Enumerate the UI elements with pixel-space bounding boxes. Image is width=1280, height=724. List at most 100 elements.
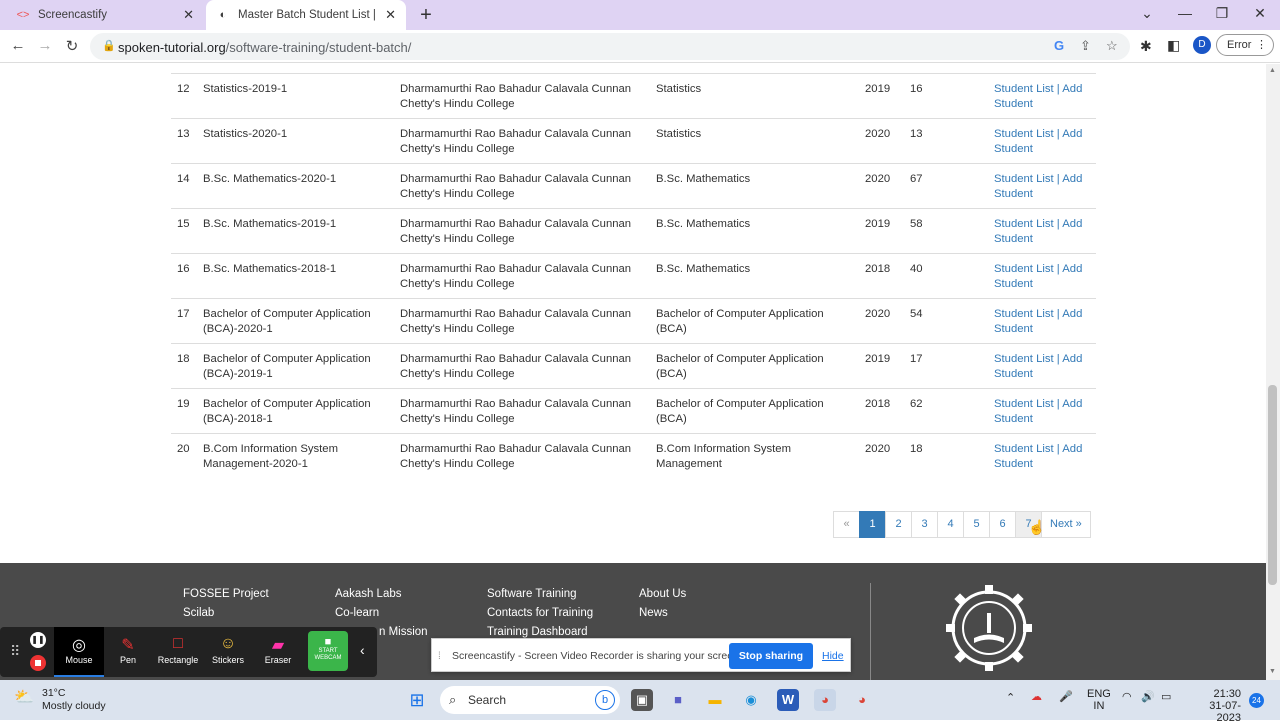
footer-link[interactable]: FOSSEE Project (183, 585, 269, 604)
collapse-icon[interactable]: ‹ (360, 642, 365, 658)
wifi-icon[interactable]: ◠ (1122, 691, 1132, 703)
share-icon[interactable]: ⇪ (1080, 38, 1091, 54)
extensions-icon[interactable]: ✱ (1140, 38, 1152, 55)
pen-tool[interactable]: ✎ Pen (103, 627, 153, 677)
pagination-next[interactable]: Next » (1041, 511, 1091, 538)
footer-link[interactable]: About Us (639, 585, 686, 604)
table-row: 17 Bachelor of Computer Application (BCA)… (171, 297, 1096, 343)
close-window-button[interactable]: ✕ (1250, 5, 1270, 22)
footer-link[interactable]: Aakash Labs (335, 585, 428, 604)
scroll-down-icon[interactable]: ▼ (1269, 668, 1276, 675)
edge-icon[interactable]: ◉ (740, 689, 762, 711)
tab-search-icon[interactable]: ⌄ (1137, 5, 1157, 22)
cell-no: 18 (171, 342, 197, 388)
forward-button[interactable]: → (35, 37, 55, 54)
eraser-tool[interactable]: ▰ Eraser (253, 627, 303, 677)
taskbar-search[interactable]: ⌕ Search b (440, 686, 620, 714)
file-explorer-icon[interactable]: ▬ (704, 689, 726, 711)
cell-institute: Dharmamurthi Rao Bahadur Calavala Cunnan… (394, 207, 650, 253)
language-indicator[interactable]: ENG IN (1087, 688, 1111, 712)
mouse-tool[interactable]: ◎ Mouse (54, 627, 104, 677)
page-4[interactable]: 4 (937, 511, 964, 538)
cell-actions[interactable]: Student List | Add Student (988, 72, 1096, 118)
minimize-button[interactable]: — (1175, 5, 1195, 21)
footer-link[interactable]: Contacts for Training (487, 604, 593, 623)
footer-link[interactable]: Scilab (183, 604, 269, 623)
cell-year: 2020 (859, 432, 904, 478)
rectangle-tool[interactable]: □ Rectangle (153, 627, 203, 677)
tab-master-batch[interactable]: ◐ Master Batch Student List | spok ✕ (206, 0, 406, 30)
hide-link[interactable]: Hide (822, 650, 844, 662)
chrome-icon[interactable]: ◕ (851, 689, 873, 711)
notification-badge[interactable]: 24 (1249, 693, 1264, 708)
stop-record-button[interactable] (30, 655, 46, 671)
weather-widget[interactable]: ⛅ 31°C Mostly cloudy (14, 687, 106, 713)
bookmark-star-icon[interactable]: ☆ (1106, 38, 1118, 54)
cell-actions[interactable]: Student List | Add Student (988, 207, 1096, 253)
cell-batch: Bachelor of Computer Application (BCA)-2… (197, 387, 394, 433)
bing-icon[interactable]: b (595, 690, 615, 710)
cell-actions[interactable]: Student List | Add Student (988, 162, 1096, 208)
windows-taskbar: ⛅ 31°C Mostly cloudy ⊞ ⌕ Search b ▣ ■ ▬ … (0, 680, 1280, 724)
close-tab-icon[interactable]: ✕ (385, 7, 396, 23)
clock[interactable]: 21:30 31-07-2023 (1193, 688, 1241, 724)
page-2[interactable]: 2 (885, 511, 912, 538)
footer-link[interactable]: News (639, 604, 686, 623)
drag-handle-icon[interactable]: ⠿ (10, 643, 20, 660)
cell-actions[interactable]: Student List | Add Student (988, 252, 1096, 298)
page-1[interactable]: 1 (859, 511, 886, 538)
google-icon[interactable]: G (1054, 38, 1064, 53)
volume-icon[interactable]: 🔊 (1141, 691, 1155, 703)
new-tab-button[interactable]: + (416, 4, 436, 26)
pagination-prev[interactable]: « (833, 511, 860, 538)
drag-handle-icon[interactable]: ⁞ (438, 651, 441, 662)
cell-department: Bachelor of Computer Application (BCA) (650, 342, 859, 388)
error-button[interactable]: Error ⋮ (1216, 34, 1274, 56)
footer-link[interactable]: Software Training (487, 585, 593, 604)
footer-link[interactable]: Co-learn (335, 604, 428, 623)
onedrive-icon[interactable]: ☁ (1031, 691, 1042, 703)
reload-button[interactable]: ↻ (62, 37, 82, 55)
cell-no: 12 (171, 72, 197, 118)
back-button[interactable]: ← (8, 37, 28, 54)
pause-button[interactable]: ❚❚ (30, 632, 46, 648)
tab-title: Master Batch Student List | spok (238, 9, 379, 21)
start-icon[interactable]: ⊞ (406, 689, 428, 711)
maximize-button[interactable]: ❐ (1212, 5, 1232, 22)
page-3[interactable]: 3 (911, 511, 938, 538)
address-bar[interactable]: 🔒 spoken-tutorial.org/software-training/… (90, 33, 1130, 60)
time-text: 21:30 (1213, 688, 1241, 700)
cell-actions[interactable]: Student List | Add Student (988, 297, 1096, 343)
weather-text: Mostly cloudy (42, 700, 106, 712)
show-hidden-icons[interactable]: ⌃ (1006, 692, 1015, 704)
tab-screencastify[interactable]: <> Screencastify ✕ (6, 0, 204, 30)
rectangle-icon: □ (173, 635, 183, 652)
close-tab-icon[interactable]: ✕ (183, 7, 194, 23)
cell-actions[interactable]: Student List | Add Student (988, 387, 1096, 433)
battery-icon[interactable]: ▭ (1161, 691, 1171, 703)
cell-department: Bachelor of Computer Application (BCA) (650, 387, 859, 433)
microphone-icon[interactable]: 🎤 (1059, 691, 1073, 703)
cell-batch: Statistics-2019-1 (197, 72, 394, 118)
tool-label: Pen (119, 655, 136, 665)
scroll-up-icon[interactable]: ▲ (1269, 67, 1276, 74)
cell-department: B.Sc. Mathematics (650, 162, 859, 208)
page-5[interactable]: 5 (963, 511, 990, 538)
stickers-tool[interactable]: ☺ Stickers (203, 627, 253, 677)
page-scrollbar[interactable]: ▲ ▼ (1266, 64, 1280, 680)
page-6[interactable]: 6 (989, 511, 1016, 538)
cell-actions[interactable]: Student List | Add Student (988, 342, 1096, 388)
profile-avatar[interactable]: D (1193, 36, 1211, 54)
cell-count: 16 (904, 72, 988, 118)
scrollbar-thumb[interactable] (1268, 385, 1277, 585)
stop-sharing-button[interactable]: Stop sharing (729, 643, 813, 669)
teams-icon[interactable]: ■ (667, 689, 689, 711)
start-webcam-button[interactable]: ■ START WEBCAM (308, 631, 348, 671)
cell-year: 2020 (859, 297, 904, 343)
word-icon[interactable]: W (777, 689, 799, 711)
chrome-profile-icon[interactable]: ◕ (814, 689, 836, 711)
task-view-icon[interactable]: ▣ (631, 689, 653, 711)
cell-actions[interactable]: Student List | Add Student (988, 117, 1096, 163)
side-panel-icon[interactable]: ◧ (1167, 37, 1180, 54)
cell-actions[interactable]: Student List | Add Student (988, 432, 1096, 478)
